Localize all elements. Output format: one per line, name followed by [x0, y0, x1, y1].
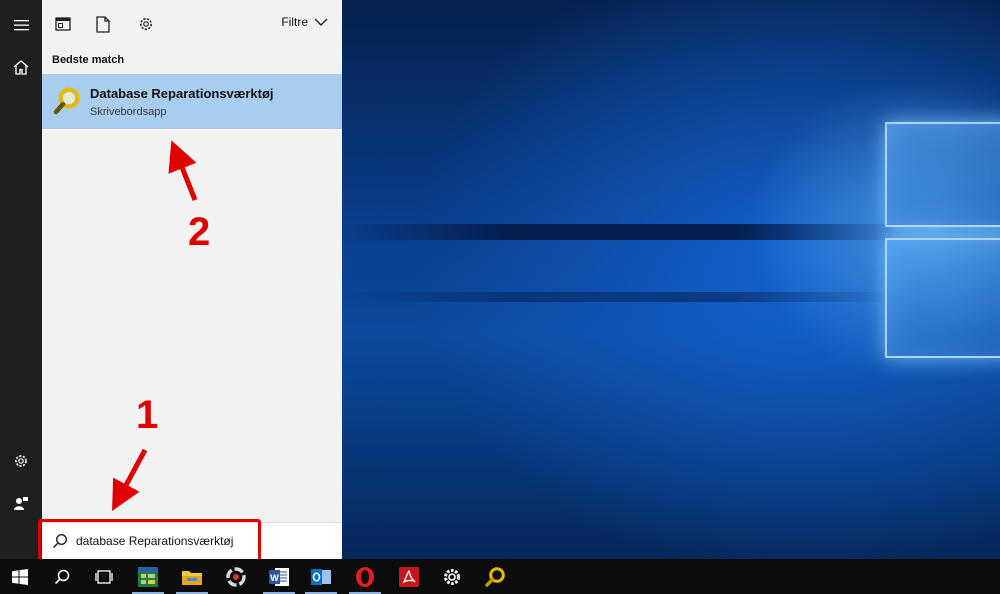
best-match-heading: Bedste match	[52, 54, 125, 66]
file-explorer-icon	[182, 570, 202, 585]
gear-icon	[140, 18, 152, 30]
best-match-result[interactable]: Database Reparationsværktøj Skrivebordsa…	[42, 74, 342, 129]
feedback-button[interactable]	[0, 483, 42, 523]
search-scope-bar: Filtre	[42, 0, 342, 48]
task-view-button[interactable]	[84, 559, 124, 594]
user-feedback-icon	[14, 497, 28, 510]
filter-dropdown[interactable]: Filtre	[281, 15, 328, 29]
recovery-app-button[interactable]	[216, 559, 256, 594]
recovery-app-icon	[226, 566, 246, 587]
apps-scope-button[interactable]	[53, 14, 73, 34]
documents-scope-button[interactable]	[93, 14, 113, 34]
settings-app-button[interactable]	[432, 559, 472, 594]
apps-icon	[55, 17, 71, 31]
word-icon: W	[269, 567, 289, 586]
annotation-highlight-box	[38, 519, 261, 562]
home-button[interactable]	[0, 47, 42, 87]
result-subtitle: Skrivebordsapp	[90, 106, 167, 118]
home-icon	[13, 59, 29, 75]
spreadsheet-app-button[interactable]	[128, 559, 168, 594]
hamburger-menu-button[interactable]	[0, 5, 42, 45]
opera-icon	[356, 566, 374, 587]
taskbar-search-button[interactable]	[42, 559, 82, 594]
word-button[interactable]: W	[259, 559, 299, 594]
taskbar: W	[0, 559, 1000, 594]
outlook-icon	[311, 568, 331, 585]
wallpaper-beam	[342, 224, 902, 240]
database-repair-tool-button[interactable]	[475, 559, 515, 594]
pdf-reader-icon	[399, 566, 419, 587]
wallpaper-window-pane	[885, 122, 1000, 227]
start-rail	[0, 0, 42, 559]
annotation-step-one: 1	[136, 393, 159, 437]
pdf-reader-button[interactable]	[389, 559, 429, 594]
file-explorer-button[interactable]	[172, 559, 212, 594]
search-icon	[54, 569, 70, 584]
settings-button[interactable]	[0, 441, 42, 481]
search-flyout: Filtre Bedste match Database Reparations…	[42, 0, 342, 559]
database-repair-tool-icon	[485, 566, 505, 587]
annotation-step-two: 2	[188, 210, 211, 254]
svg-text:W: W	[270, 573, 279, 583]
hamburger-icon	[13, 20, 29, 31]
settings-gear-icon	[444, 568, 460, 585]
settings-scope-button[interactable]	[136, 14, 156, 34]
filter-label: Filtre	[281, 15, 308, 29]
wallpaper-window-pane	[885, 238, 1000, 358]
start-button[interactable]	[0, 559, 40, 594]
windows-start-icon	[12, 568, 28, 585]
spreadsheet-app-icon	[138, 566, 158, 587]
opera-button[interactable]	[345, 559, 385, 594]
result-title: Database Reparationsværktøj	[90, 86, 274, 101]
chevron-down-icon	[314, 18, 328, 26]
document-icon	[96, 15, 110, 33]
database-repair-tool-icon	[53, 87, 80, 115]
settings-icon	[15, 455, 27, 467]
wallpaper-beam	[342, 292, 902, 302]
task-view-icon	[95, 569, 113, 584]
outlook-button[interactable]	[301, 559, 341, 594]
